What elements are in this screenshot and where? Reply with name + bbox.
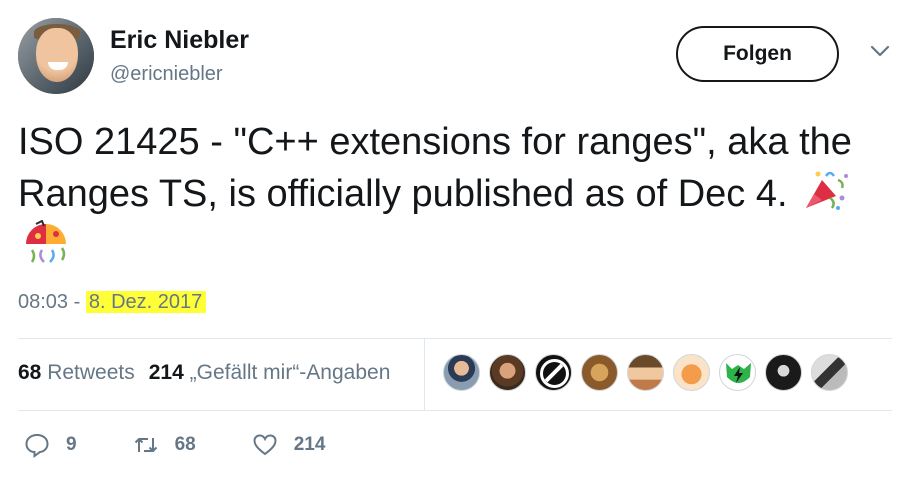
retweet-count: 68: [174, 434, 196, 455]
retweets-label: Retweets: [47, 361, 135, 384]
likes-label: „Gefällt mir“-Angaben: [189, 361, 391, 384]
like-count: 214: [293, 434, 326, 455]
liker-avatars: [443, 354, 848, 391]
likes-stat[interactable]: 214 „Gefällt mir“-Angaben: [149, 361, 391, 384]
retweets-count: 68: [18, 361, 42, 384]
liker-avatar-7[interactable]: [719, 354, 756, 391]
author-name[interactable]: Eric Niebler: [110, 26, 249, 55]
liker-avatar-3[interactable]: [535, 354, 572, 391]
follow-button[interactable]: Folgen: [676, 26, 839, 82]
reply-icon[interactable]: [24, 432, 50, 458]
tweet-actions: 9 68 214: [24, 432, 381, 458]
liker-avatar-8[interactable]: [765, 354, 802, 391]
retweets-stat[interactable]: 68 Retweets: [18, 361, 135, 384]
timestamp-separator: -: [68, 291, 86, 313]
tweet-time[interactable]: 08:03: [18, 291, 68, 313]
liker-avatar-1[interactable]: [443, 354, 480, 391]
stats-top-divider: [18, 338, 892, 339]
confetti-ball-icon: [26, 220, 66, 263]
liker-avatar-5[interactable]: [627, 354, 664, 391]
tweet-stats: 68 Retweets 214 „Gefällt mir“-Angaben: [18, 361, 390, 385]
liker-avatar-6[interactable]: [673, 354, 710, 391]
liker-avatar-4[interactable]: [581, 354, 618, 391]
heart-icon[interactable]: [252, 432, 278, 458]
author-avatar[interactable]: [18, 18, 94, 94]
reply-action[interactable]: 9: [24, 432, 77, 458]
tweet-date[interactable]: 8. Dez. 2017: [85, 291, 207, 313]
chevron-down-icon[interactable]: [868, 44, 892, 60]
like-action[interactable]: 214: [252, 432, 326, 458]
liker-avatar-9[interactable]: [811, 354, 848, 391]
stats-vertical-divider: [424, 338, 425, 410]
tweet-body: ISO 21425 - "C++ extensions for ranges",…: [18, 121, 852, 215]
retweet-action[interactable]: 68: [133, 432, 196, 458]
likes-count: 214: [148, 361, 184, 384]
tweet-text: ISO 21425 - "C++ extensions for ranges",…: [18, 116, 908, 272]
author-handle[interactable]: @ericniebler: [110, 63, 223, 86]
retweet-icon[interactable]: [133, 432, 159, 458]
tweet-timestamp[interactable]: 08:03 - 8. Dez. 2017: [18, 291, 207, 314]
stats-bottom-divider: [18, 410, 892, 411]
party-popper-icon: [806, 171, 849, 210]
reply-count: 9: [66, 434, 77, 455]
liker-avatar-2[interactable]: [489, 354, 526, 391]
